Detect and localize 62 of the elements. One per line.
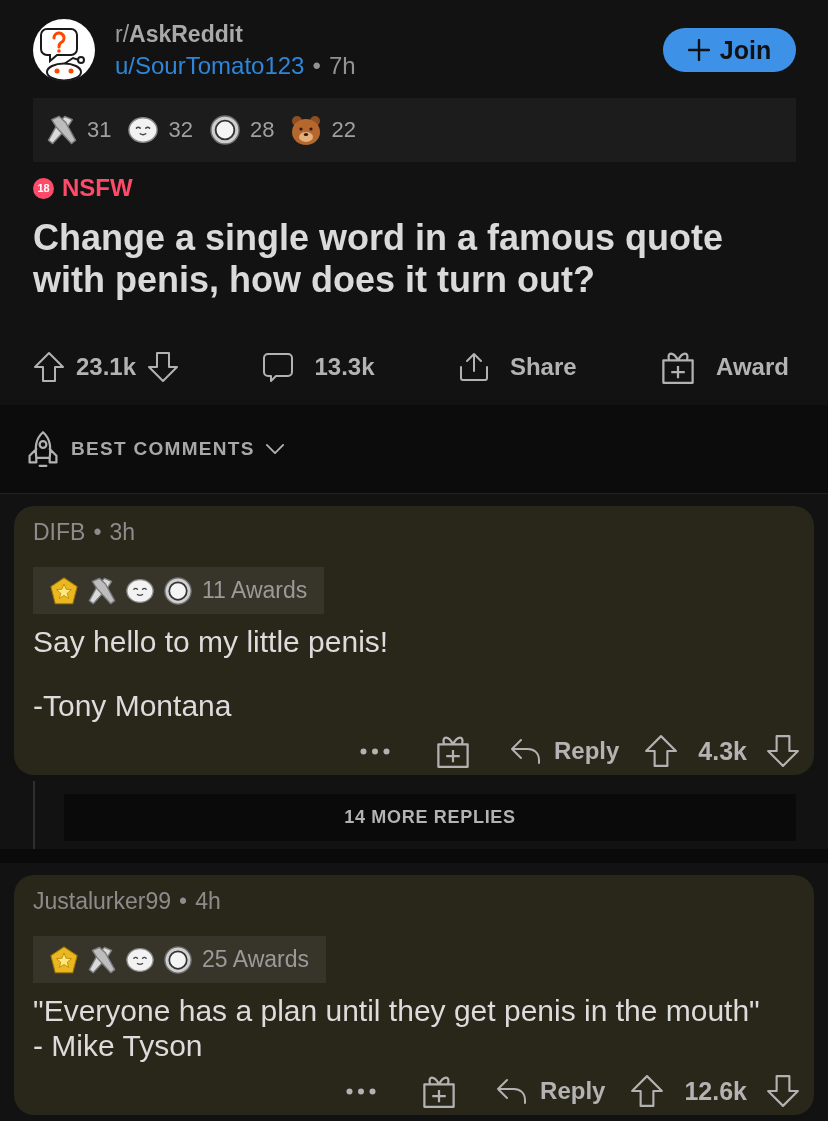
avatar-icon (33, 19, 95, 81)
comment-icon (262, 351, 295, 383)
award-button[interactable]: Award (660, 349, 789, 385)
author-link[interactable]: u/SourTomato123 (115, 50, 305, 82)
sort-button[interactable]: BEST COMMENTS (25, 430, 285, 468)
crossed-bars-icon (47, 115, 77, 145)
blob-face-icon (126, 945, 154, 974)
comment-age: 4h (195, 887, 221, 915)
separator-dot: • (93, 518, 102, 546)
downvote-icon[interactable] (766, 1074, 800, 1108)
share-button[interactable]: Share (457, 351, 577, 383)
award-count: 22 (331, 117, 356, 143)
share-icon (457, 351, 490, 383)
comments-button[interactable]: 13.3k (262, 351, 375, 383)
awards-count: 11 Awards (202, 577, 308, 604)
vote-count: 23.1k (76, 353, 137, 381)
more-icon[interactable] (346, 1087, 377, 1095)
comment-text: "Everyone has a plan until they get penis in the mouth" - Mike Tyson (33, 993, 761, 1063)
plus-icon (687, 39, 710, 61)
upvote-icon[interactable] (644, 734, 679, 768)
comment-text: -Tony Montana (33, 688, 233, 723)
coin-icon (164, 945, 192, 974)
coin-icon (209, 115, 240, 145)
separator-dot: • (179, 887, 188, 915)
post-title: Change a single word in a famous quote with penis, how does it turn out? (33, 217, 725, 301)
blob-face-icon (128, 115, 159, 145)
gift-icon[interactable] (434, 733, 471, 769)
gift-icon (660, 349, 697, 385)
star-badge-icon (50, 945, 78, 974)
downvote-icon[interactable] (147, 351, 180, 383)
comment-author: DIFB (33, 518, 86, 546)
star-badge-icon (50, 576, 78, 605)
upvote-icon[interactable] (33, 351, 65, 383)
awards-count: 25 Awards (202, 946, 309, 973)
award-count: 32 (168, 117, 193, 143)
award-count: 28 (249, 117, 275, 143)
subreddit-link[interactable]: r/AskReddit (115, 18, 356, 50)
award-count: 31 (87, 117, 112, 143)
crossed-bars-icon (88, 945, 116, 974)
comment-age: 3h (109, 518, 136, 546)
vote-count: 12.6k (684, 1076, 747, 1106)
bear-icon (291, 115, 322, 145)
post-age: 7h (328, 51, 356, 81)
upvote-icon[interactable] (630, 1074, 665, 1108)
reply-button[interactable]: Reply (508, 735, 620, 767)
vote-count: 4.3k (698, 736, 747, 766)
comment-text: Say hello to my little penis! (33, 624, 390, 659)
crossed-bars-icon (88, 576, 116, 605)
join-button[interactable]: Join (663, 28, 796, 72)
gift-icon[interactable] (421, 1073, 458, 1109)
nsfw-label: NSFW (62, 177, 133, 199)
chevron-down-icon (264, 443, 285, 455)
more-icon[interactable] (359, 747, 390, 755)
separator-dot: • (312, 51, 321, 81)
age-badge: 18 (33, 177, 54, 199)
reply-button[interactable]: Reply (495, 1075, 606, 1107)
blob-face-icon (126, 576, 154, 605)
comment-author: Justalurker99 (33, 887, 172, 915)
rocket-icon (25, 430, 61, 468)
downvote-icon[interactable] (766, 734, 800, 768)
coin-icon (164, 576, 192, 605)
more-replies-button[interactable]: 14 MORE REPLIES (64, 794, 796, 841)
